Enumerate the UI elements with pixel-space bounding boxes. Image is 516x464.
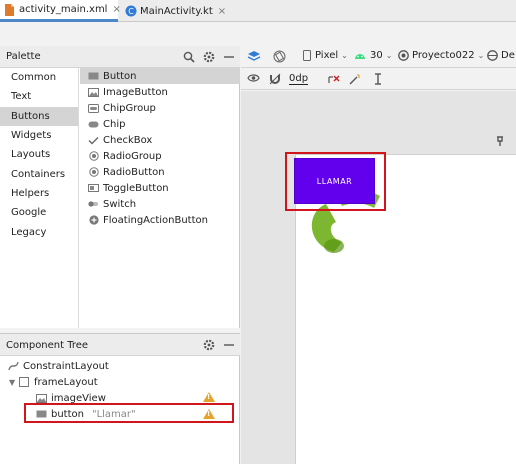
palette-title: Palette — [6, 51, 41, 62]
tab-label: activity_main.xml — [19, 4, 108, 15]
close-icon[interactable]: × — [218, 6, 226, 17]
widget-label: Chip — [103, 118, 126, 130]
warning-icon[interactable]: ! — [203, 392, 215, 402]
palette-widget-switch[interactable]: Switch — [80, 196, 240, 212]
component-tree-panel: Component Tree ConstraintLayout ▼ frameL… — [0, 333, 240, 464]
locale-selector[interactable]: De — [487, 50, 515, 61]
toggle-icon — [88, 183, 99, 193]
radio-icon — [88, 167, 99, 177]
frame-layout-icon — [19, 377, 29, 387]
palette-categories: Common Text Buttons Widgets Layouts Cont… — [0, 68, 79, 328]
palette-category-text[interactable]: Text — [0, 87, 78, 106]
theme-selector[interactable]: Proyecto022 ⌄ — [398, 50, 484, 61]
layers-icon[interactable] — [247, 50, 261, 63]
widget-label: Switch — [103, 198, 137, 210]
palette-header: Palette — [0, 46, 240, 68]
api-level-selector[interactable]: 30 ⌄ — [354, 50, 392, 61]
minimize-icon[interactable] — [222, 50, 235, 63]
minimize-icon[interactable] — [222, 338, 235, 351]
clear-constraints-icon[interactable] — [327, 73, 340, 85]
eye-icon[interactable] — [247, 73, 260, 83]
widget-label: RadioButton — [103, 166, 165, 178]
palette-panel: Palette Common Text Buttons Widgets Layo… — [0, 46, 240, 328]
radio-icon — [88, 151, 99, 161]
palette-category-layouts[interactable]: Layouts — [0, 145, 78, 164]
palette-widget-togglebutton[interactable]: ToggleButton — [80, 180, 240, 196]
plus-circle-icon — [88, 215, 99, 225]
editor-tab-bar: activity_main.xml × C MainActivity.kt × — [0, 0, 516, 22]
tree-node-framelayout[interactable]: ▼ frameLayout — [9, 374, 98, 390]
highlight-box — [285, 152, 386, 211]
api-label: 30 — [370, 50, 383, 61]
palette-widget-checkbox[interactable]: CheckBox — [80, 132, 240, 148]
svg-text:C: C — [128, 7, 134, 16]
palette-widget-chipgroup[interactable]: ChipGroup — [80, 100, 240, 116]
widget-label: ImageButton — [103, 86, 168, 98]
button-widget-icon — [88, 71, 99, 81]
magnet-icon[interactable] — [269, 73, 281, 85]
orientation-icon[interactable] — [273, 50, 286, 63]
locale-label: De — [501, 50, 515, 61]
image-icon — [36, 393, 47, 403]
palette-widget-radiogroup[interactable]: RadioGroup — [80, 148, 240, 164]
widget-label: ChipGroup — [103, 102, 156, 114]
close-icon[interactable]: × — [112, 4, 120, 15]
gear-icon[interactable] — [202, 50, 215, 63]
palette-widget-chip[interactable]: Chip — [80, 116, 240, 132]
tree-node-label: frameLayout — [34, 376, 98, 388]
widget-label: RadioGroup — [103, 150, 162, 162]
search-icon[interactable] — [182, 50, 195, 63]
chevron-down-icon: ⌄ — [341, 51, 348, 60]
palette-category-google[interactable]: Google — [0, 203, 78, 222]
palette-widget-imagebutton[interactable]: ImageButton — [80, 84, 240, 100]
component-tree-header: Component Tree — [0, 334, 240, 356]
design-toolbar-bottom: 0dp — [241, 69, 516, 90]
widget-label: FloatingActionButton — [103, 214, 208, 226]
default-margin-field[interactable]: 0dp — [289, 73, 309, 85]
constraint-layout-icon — [8, 361, 19, 371]
xml-file-icon — [4, 3, 15, 16]
switch-icon — [88, 199, 99, 209]
palette-category-helpers[interactable]: Helpers — [0, 184, 78, 203]
palette-category-widgets[interactable]: Widgets — [0, 126, 78, 145]
palette-category-common[interactable]: Common — [0, 68, 78, 87]
tree-node-label: ConstraintLayout — [23, 360, 109, 372]
palette-widget-list: Button ImageButton ChipGroup Chip CheckB… — [80, 68, 240, 328]
chip-icon — [88, 119, 99, 129]
design-toolbar-top: Pixel ⌄ 30 ⌄ Proyecto022 ⌄ De — [241, 46, 516, 68]
tab-label: MainActivity.kt — [140, 5, 213, 17]
highlight-box — [24, 403, 234, 423]
palette-widget-radiobutton[interactable]: RadioButton — [80, 164, 240, 180]
widget-label: CheckBox — [103, 134, 153, 146]
palette-category-containers[interactable]: Containers — [0, 164, 78, 183]
gear-icon[interactable] — [202, 338, 215, 351]
chevron-down-icon: ⌄ — [477, 51, 485, 60]
palette-widget-button[interactable]: Button — [80, 68, 240, 84]
tab-main-activity-kt[interactable]: C MainActivity.kt × — [121, 0, 237, 22]
tree-node-constraintlayout[interactable]: ConstraintLayout — [8, 358, 109, 374]
guidelines-icon[interactable] — [373, 73, 383, 85]
image-icon — [88, 87, 99, 97]
checkmark-icon — [88, 135, 99, 145]
palette-category-legacy[interactable]: Legacy — [0, 222, 78, 241]
widget-label: ToggleButton — [103, 182, 169, 194]
device-selector[interactable]: Pixel ⌄ — [303, 50, 348, 61]
pin-icon[interactable] — [496, 136, 504, 149]
tree-node-label: imageView — [51, 392, 106, 404]
widget-label: Button — [103, 70, 137, 82]
chevron-down-icon: ⌄ — [385, 51, 393, 60]
palette-widget-fab[interactable]: FloatingActionButton — [80, 212, 240, 228]
theme-label: Proyecto022 — [412, 50, 475, 61]
palette-category-buttons[interactable]: Buttons — [0, 106, 78, 126]
tab-activity-main-xml[interactable]: activity_main.xml × — [0, 0, 121, 22]
chevron-down-icon[interactable]: ▼ — [9, 378, 17, 387]
device-label: Pixel — [315, 50, 339, 61]
chipgroup-icon — [88, 103, 99, 113]
component-tree-title: Component Tree — [6, 340, 89, 351]
kotlin-class-icon: C — [125, 5, 137, 17]
magic-wand-icon[interactable] — [349, 73, 361, 85]
